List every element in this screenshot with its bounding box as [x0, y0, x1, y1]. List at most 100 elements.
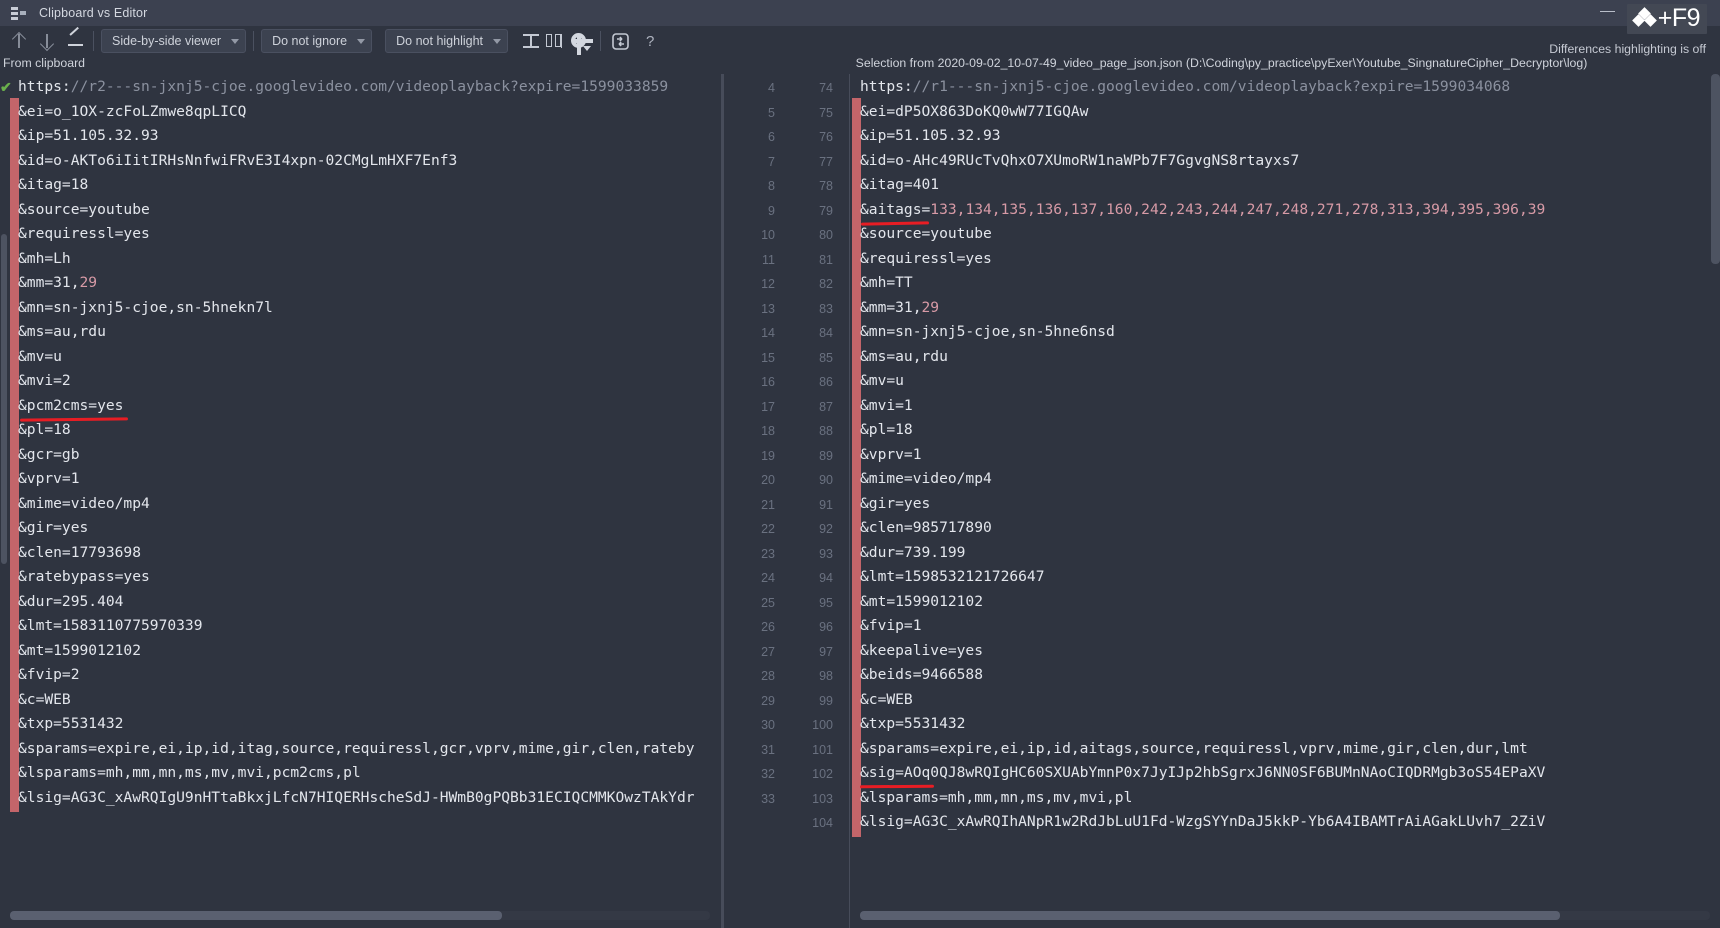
line-number: 81 — [819, 252, 833, 267]
line-number: 25 — [761, 595, 775, 610]
line-number: 90 — [819, 473, 833, 487]
line-number: 87 — [819, 399, 833, 414]
accept-change-checkmark[interactable]: ✔ — [0, 80, 12, 94]
right-diff-pane[interactable]: 4 5 6 7 8 9 10 11 12 13 14 15 16 17 18 19 20 21 22 23 24 25 26… — [723, 74, 1720, 928]
window-title: Clipboard vs Editor — [39, 6, 148, 20]
scrollbar-thumb[interactable] — [10, 911, 502, 920]
line-number: 75 — [819, 105, 833, 120]
line-number: 96 — [819, 620, 833, 634]
viewer-mode-dropdown[interactable]: Side-by-side viewer — [101, 29, 247, 53]
jetbrains-diamonds-icon — [1631, 7, 1657, 28]
line-number: 19 — [761, 448, 775, 463]
window-titlebar: Clipboard vs Editor — ❐ × — [0, 0, 1720, 26]
line-number: 9 — [768, 203, 775, 218]
code-line: https://r2---sn-jxnj5-cjoe.googlevideo.c… — [18, 75, 695, 100]
line-number: 15 — [761, 350, 775, 365]
code-line: &id=o-AHc49RUcTvQhxO7XUmoRW1naWPb7F7Ggvg… — [860, 151, 1300, 169]
line-number: 85 — [819, 350, 833, 365]
code-line: &itag=18 — [18, 176, 89, 193]
line-number: 79 — [819, 203, 833, 218]
code-line: &sig=AOq0QJ8wRQIgHC60SXUAbYmnP0x7JyIJp2h… — [860, 764, 1546, 781]
pencil-icon — [64, 30, 86, 52]
right-code-text[interactable]: https://r1---sn-jxnj5-cjoe.googlevideo.c… — [860, 75, 1545, 835]
code-line: &mh=Lh — [18, 249, 71, 267]
highlight-policy-dropdown[interactable]: Do not highlight — [385, 29, 509, 53]
left-horizontal-scrollbar[interactable] — [10, 911, 710, 920]
code-line: &mvi=2 — [18, 372, 71, 389]
collapse-unchanged-button[interactable] — [519, 30, 543, 52]
edit-source-button[interactable] — [64, 30, 86, 52]
line-number: 21 — [761, 497, 775, 512]
code-line: &mn=sn-jxnj5-cjoe,sn-5hne6nsd — [860, 323, 1115, 340]
code-line: &clen=985717890 — [860, 519, 992, 536]
line-number: 20 — [761, 473, 775, 487]
previous-difference-button[interactable] — [8, 30, 30, 52]
line-number: 17 — [761, 399, 775, 414]
scrollbar-thumb[interactable] — [1, 234, 7, 564]
ignore-policy-dropdown[interactable]: Do not ignore — [261, 29, 373, 53]
line-number: 91 — [819, 497, 833, 512]
toolbar-divider-3 — [600, 31, 602, 51]
code-line: &ei=o_1OX-zcFoLZmwe8qpLICQ — [18, 102, 247, 120]
line-number: 28 — [761, 669, 775, 683]
chevron-down-icon — [231, 38, 240, 44]
swap-sides-icon — [608, 30, 634, 52]
code-line: &lsig=AG3C_xAwRQIgU9nHTtaBkxjLfcN7HIQERH… — [18, 788, 695, 806]
line-number: 93 — [819, 546, 833, 561]
line-number: 86 — [819, 375, 833, 389]
arrow-down-icon — [36, 30, 58, 52]
scrollbar-thumb[interactable] — [860, 911, 1560, 920]
swap-sides-button[interactable] — [608, 30, 634, 52]
line-number: 77 — [819, 154, 833, 169]
line-number: 97 — [819, 644, 833, 659]
line-number: 8 — [768, 179, 775, 193]
code-line: &dur=739.199 — [860, 543, 966, 561]
code-line: &keepalive=yes — [860, 641, 984, 659]
code-line: &fvip=1 — [860, 617, 922, 634]
line-number: 7 — [768, 154, 775, 169]
keyboard-shortcut-overlay: +F9 — [1626, 4, 1707, 34]
code-line: &lsig=AG3C_xAwRQIhANpR1w2RdJbLuU1Fd-WzgS… — [860, 813, 1546, 830]
right-vertical-scrollbar[interactable] — [1711, 74, 1720, 264]
synchronize-scroll-button[interactable] — [543, 30, 567, 52]
diff-toolbar: Side-by-side viewer Do not ignore Do not… — [0, 26, 1720, 56]
line-number: 100 — [812, 718, 833, 732]
toolbar-divider-2 — [253, 31, 255, 51]
code-line: &ip=51.105.32.93 — [860, 127, 1001, 144]
code-line: &id=o-AKTo6iIitIRHsNnfwiFRvE3I4xpn-02CMg… — [18, 151, 458, 169]
minimize-button[interactable]: — — [1585, 0, 1630, 26]
line-number: 103 — [812, 791, 833, 806]
line-number: 94 — [819, 571, 833, 585]
code-line: &mm=31,29 — [18, 271, 695, 296]
left-code-text[interactable]: https://r2---sn-jxnj5-cjoe.googlevideo.c… — [18, 75, 695, 810]
help-button[interactable]: ? — [640, 33, 660, 50]
code-line: &requiressl=yes — [860, 249, 992, 267]
code-line: &mv=u — [860, 372, 904, 389]
left-diff-pane[interactable]: ✔ https://r2---sn-jxnj5-cjoe.googlevideo… — [0, 74, 721, 928]
line-number: 5 — [768, 105, 775, 120]
line-number: 83 — [819, 301, 833, 316]
left-vertical-scrollbar[interactable] — [0, 74, 8, 928]
code-line: &ms=au,rdu — [18, 323, 106, 340]
settings-button[interactable] — [567, 30, 593, 55]
line-number: 33 — [761, 791, 775, 806]
chevron-down-icon — [493, 38, 502, 44]
code-segment: https: — [18, 78, 71, 95]
code-line: &pl=18 — [860, 421, 913, 438]
line-number: 99 — [819, 693, 833, 708]
line-number: 27 — [761, 644, 775, 659]
line-number: 26 — [761, 620, 775, 634]
code-line: &mt=1599012102 — [860, 592, 984, 610]
right-horizontal-scrollbar[interactable] — [860, 911, 1710, 920]
toolbar-divider-1 — [93, 31, 94, 51]
chevron-down-icon — [357, 38, 366, 44]
code-segment: //r2---sn-jxnj5-cjoe.googlevideo.com/vid… — [70, 78, 669, 95]
code-line: &sparams=expire,ei,ip,id,aitags,source,r… — [860, 739, 1528, 757]
line-number: 14 — [761, 326, 775, 340]
line-number: 23 — [761, 546, 775, 561]
code-line: &c=WEB — [860, 690, 913, 708]
left-panel-header: From clipboard — [3, 56, 86, 70]
code-segment: &mm=31, — [860, 298, 922, 316]
code-segment: //r1---sn-jxnj5-cjoe.googlevideo.com/vid… — [912, 78, 1511, 95]
next-difference-button[interactable] — [36, 30, 58, 52]
